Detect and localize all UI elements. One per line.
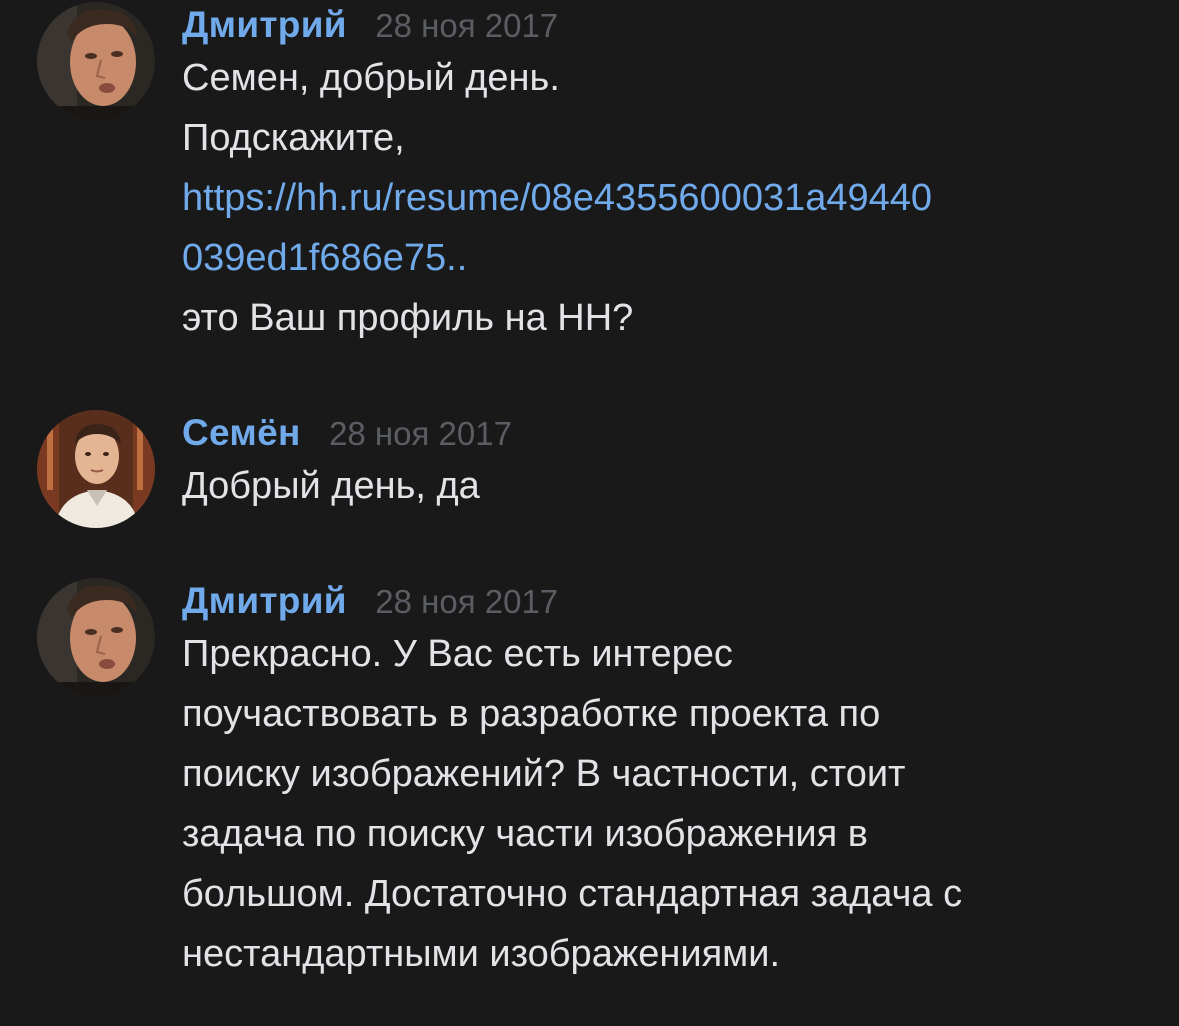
message-header: Дмитрий 28 ноя 2017 bbox=[182, 578, 1149, 624]
avatar[interactable] bbox=[37, 2, 155, 120]
author-name[interactable]: Дмитрий bbox=[182, 580, 347, 621]
message-content: Дмитрий 28 ноя 2017 Прекрасно. У Вас ест… bbox=[182, 578, 1149, 984]
message-text-line: поиску изображений? В частности, стоит bbox=[182, 753, 906, 795]
message-date: 28 ноя 2017 bbox=[329, 415, 512, 452]
author-name[interactable]: Дмитрий bbox=[182, 4, 347, 45]
message-text-line: Добрый день, да bbox=[182, 465, 480, 507]
message-text-line: задача по поиску части изображения в bbox=[182, 813, 868, 855]
message-text-line: это Ваш профиль на НН? bbox=[182, 297, 634, 339]
message-text-line: большом. Достаточно стандартная задача с bbox=[182, 873, 963, 915]
author-name[interactable]: Семён bbox=[182, 412, 301, 453]
user-photo-icon bbox=[37, 410, 155, 528]
message-text-line: Подскажите, bbox=[182, 117, 405, 159]
user-photo-icon bbox=[37, 578, 155, 696]
message-text-line: Прекрасно. У Вас есть интерес bbox=[182, 633, 733, 675]
message-date: 28 ноя 2017 bbox=[375, 7, 559, 44]
message-content: Семён 28 ноя 2017 Добрый день, да bbox=[182, 410, 1149, 516]
message-header: Дмитрий 28 ноя 2017 bbox=[182, 2, 1149, 48]
resume-link[interactable]: https://hh.ru/resume/08e4355600031a49440 bbox=[182, 168, 1149, 228]
message-text-line: поучаствовать в разработке проекта по bbox=[182, 693, 881, 735]
resume-link-continuation[interactable]: 039ed1f686e75.. bbox=[182, 228, 1149, 288]
user-photo-icon bbox=[37, 2, 155, 120]
message-text-line: Семен, добрый день. bbox=[182, 57, 560, 99]
message-header: Семён 28 ноя 2017 bbox=[182, 410, 1149, 456]
message-content: Дмитрий 28 ноя 2017 Семен, добрый день. … bbox=[182, 2, 1149, 348]
message-date: 28 ноя 2017 bbox=[375, 583, 559, 620]
avatar[interactable] bbox=[37, 410, 155, 528]
avatar[interactable] bbox=[37, 578, 155, 696]
message-text-line: нестандартными изображениями. bbox=[182, 933, 781, 975]
